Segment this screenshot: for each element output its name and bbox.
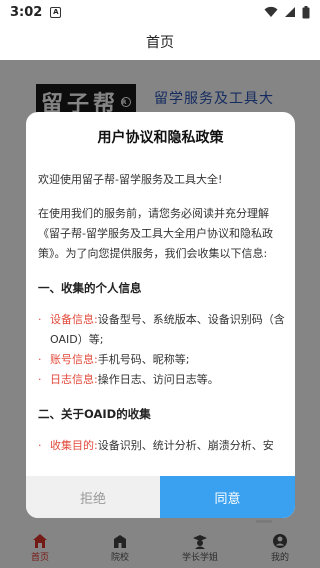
item-value: 设备识别、统计分析、崩溃分析、安 xyxy=(97,439,274,452)
list-item: · 收集目的:设备识别、统计分析、崩溃分析、安 xyxy=(38,436,285,456)
item-value: 手机号码、昵称等; xyxy=(97,353,190,366)
bullet-dot: · xyxy=(38,373,42,386)
section-heading: 一、收集的个人信息 xyxy=(38,281,142,295)
bullet-dot: · xyxy=(38,439,42,452)
section1-list: · 设备信息:设备型号、系统版本、设备识别码（含OAID）等; · 账号信息:手… xyxy=(38,310,285,390)
item-value: 操作日志、访问日志等。 xyxy=(97,373,219,386)
dialog-actions: 拒绝 同意 xyxy=(26,476,295,518)
app-header: 首页 xyxy=(0,24,320,60)
list-item: · 账号信息:手机号码、昵称等; xyxy=(38,350,285,370)
list-item: · 设备信息:设备型号、系统版本、设备识别码（含OAID）等; xyxy=(38,310,285,350)
dialog-title: 用户协议和隐私政策 xyxy=(97,130,224,146)
item-key: 收集目的: xyxy=(50,439,98,452)
reject-button[interactable]: 拒绝 xyxy=(26,476,160,518)
bullet-dot: · xyxy=(38,353,42,366)
bullet-dot: · xyxy=(38,313,42,326)
privacy-dialog: 用户协议和隐私政策 欢迎使用留子帮-留学服务及工具大全! 在使用我们的服务前，请… xyxy=(26,112,295,518)
status-time: 3:02 xyxy=(10,4,43,20)
agree-button[interactable]: 同意 xyxy=(160,476,295,518)
signal-icon xyxy=(285,7,295,17)
section-heading: 二、关于OAID的收集 xyxy=(38,407,151,421)
scroll-indicator xyxy=(256,520,272,523)
welcome-text: 欢迎使用留子帮-留学服务及工具大全! xyxy=(38,173,223,186)
status-bar: 3:02 A xyxy=(0,0,320,24)
page-title: 首页 xyxy=(146,35,174,51)
item-key: 设备信息: xyxy=(50,313,98,326)
intro-text: 在使用我们的服务前，请您务必阅读并充分理解《留子帮-留学服务及工具大全用户协议和… xyxy=(38,207,273,260)
notification-icon: A xyxy=(50,6,62,18)
wifi-icon xyxy=(264,6,278,17)
list-item: · 日志信息:操作日志、访问日志等。 xyxy=(38,370,285,390)
item-key: 账号信息: xyxy=(50,353,98,366)
item-key: 日志信息: xyxy=(50,373,98,386)
battery-icon xyxy=(302,5,310,18)
status-indicators xyxy=(264,5,310,19)
section2-list: · 收集目的:设备识别、统计分析、崩溃分析、安 xyxy=(38,436,285,456)
dialog-body[interactable]: 欢迎使用留子帮-留学服务及工具大全! 在使用我们的服务前，请您务必阅读并充分理解… xyxy=(38,170,285,476)
